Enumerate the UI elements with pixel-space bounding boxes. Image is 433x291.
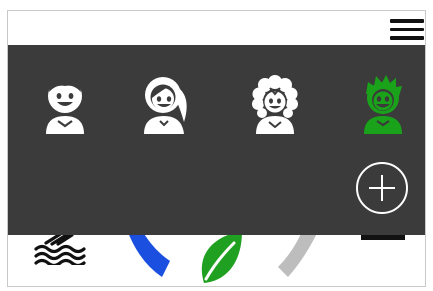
girl-curly-avatar-icon[interactable] xyxy=(250,72,300,134)
boy-avatar-icon[interactable] xyxy=(40,72,90,134)
water-waves-icon[interactable] xyxy=(32,231,88,265)
girl-ponytail-avatar-icon[interactable] xyxy=(140,72,190,134)
boy-spiky-avatar-icon[interactable] xyxy=(358,72,408,134)
profile-selector-overlay xyxy=(8,45,425,235)
leaf-icon[interactable] xyxy=(196,227,244,287)
plus-circle-icon[interactable] xyxy=(356,162,408,214)
top-bar xyxy=(8,11,425,45)
hamburger-menu-icon[interactable] xyxy=(390,19,424,41)
app-window xyxy=(7,10,426,287)
mode-strip xyxy=(8,227,425,287)
